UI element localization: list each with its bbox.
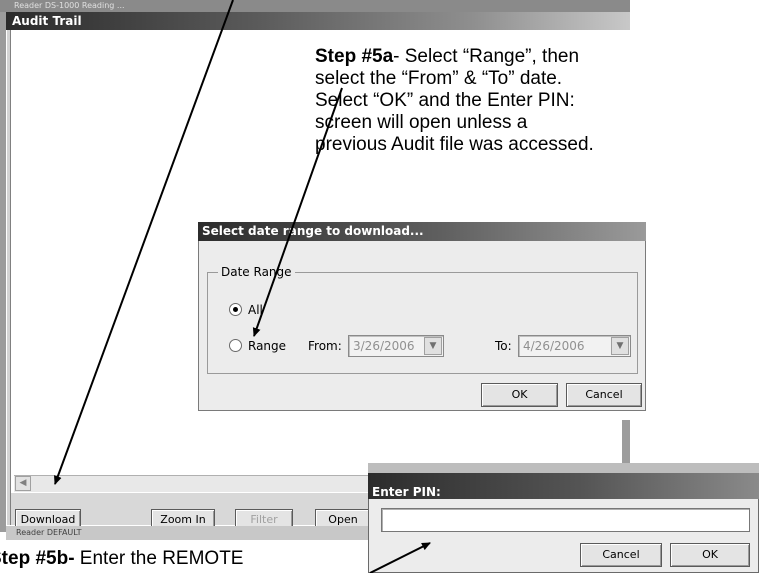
arrow-to-download-button [54,0,234,485]
arrow-to-pin-input [369,542,431,573]
annotation-arrows [54,0,431,573]
arrow-to-range-radio [252,87,343,337]
